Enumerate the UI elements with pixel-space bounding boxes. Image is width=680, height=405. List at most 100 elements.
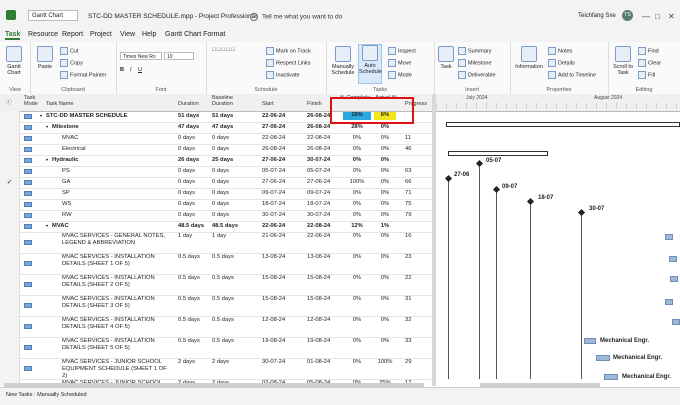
row-selector[interactable]	[0, 133, 20, 144]
row-selector[interactable]: ✓	[0, 177, 20, 188]
pct-complete-cell[interactable]: 0%	[343, 212, 371, 218]
header-duration[interactable]: Duration	[178, 101, 199, 107]
add-to-timeline-button[interactable]: Add to Timeline	[548, 71, 596, 79]
header-baseline-duration[interactable]: Baseline Duration	[212, 95, 242, 107]
duration-cell[interactable]: 51 days	[178, 113, 210, 119]
start-cell[interactable]: 26-08-24	[262, 146, 302, 152]
row-selector[interactable]	[0, 111, 20, 122]
finish-cell[interactable]: 27-06-24	[307, 179, 339, 185]
row-selector[interactable]	[0, 155, 20, 166]
tab-resource[interactable]: Resource	[28, 31, 58, 38]
task-name-cell[interactable]: MVAC	[52, 223, 170, 229]
progress-cell[interactable]: 79	[405, 212, 425, 218]
task-name-cell[interactable]: MVAC SERVICES - GENERAL NOTES, LEGEND & …	[62, 233, 170, 247]
avatar[interactable]: TS	[622, 10, 633, 21]
duration-cell[interactable]: 0.5 days	[178, 317, 210, 323]
duration-cell[interactable]: 26 days	[178, 157, 210, 163]
task-bar[interactable]	[672, 319, 680, 325]
progress-cell[interactable]: 33	[405, 338, 425, 344]
finish-cell[interactable]: 30-07-24	[307, 157, 339, 163]
pct-complete-cell[interactable]: 0%	[343, 233, 371, 239]
row-selector[interactable]	[0, 295, 20, 316]
user-name[interactable]: Teichfang Sxe	[578, 13, 616, 19]
progress-cell[interactable]: 75	[405, 201, 425, 207]
task-name-cell[interactable]: PS	[62, 168, 170, 174]
task-name-cell[interactable]: MVAC SERVICES - INSTALLATION DETAILS (SH…	[62, 254, 170, 268]
info-column-icon[interactable]: ⓘ	[6, 98, 12, 106]
task-button[interactable]: Task	[436, 46, 456, 70]
row-selector[interactable]	[0, 221, 20, 232]
milestone-marker[interactable]	[444, 174, 453, 183]
start-cell[interactable]: 15-08-24	[262, 296, 302, 302]
minimize-icon[interactable]: —	[642, 12, 650, 21]
row-selector[interactable]	[0, 144, 20, 155]
duration-cell[interactable]: 0 days	[178, 146, 210, 152]
respect-links-button[interactable]: Respect Links	[266, 59, 311, 67]
row-selector[interactable]	[0, 358, 20, 379]
duration-cell[interactable]: 0 days	[178, 190, 210, 196]
task-bar[interactable]	[669, 256, 677, 262]
progress-cell[interactable]: 29	[405, 359, 425, 365]
finish-cell[interactable]: 26-08-24	[307, 124, 339, 130]
start-cell[interactable]: 27-06-24	[262, 179, 302, 185]
actual-pct-cell[interactable]: 0%	[374, 179, 396, 185]
baseline-duration-cell[interactable]: 0 days	[212, 212, 252, 218]
find-button[interactable]: Find	[638, 47, 659, 55]
milestone-marker[interactable]	[577, 208, 586, 217]
scroll-to-task-button[interactable]: Scroll to Task	[612, 46, 634, 76]
task-bar[interactable]	[670, 276, 678, 282]
progress-cell[interactable]: 22	[405, 275, 425, 281]
progress-cell[interactable]: 63	[405, 168, 425, 174]
summary-bar[interactable]	[446, 122, 680, 127]
table-row[interactable]: MVAC SERVICES - INSTALLATION DETAILS (SH…	[0, 274, 432, 296]
duration-cell[interactable]: 0 days	[178, 212, 210, 218]
progress-cell[interactable]: 23	[405, 254, 425, 260]
task-name-cell[interactable]: MVAC SERVICES - INSTALLATION DETAILS (SH…	[62, 296, 170, 310]
task-name-cell[interactable]: MVAC SERVICES - INSTALLATION DETAILS (SH…	[62, 317, 170, 331]
header-task-mode[interactable]: Task Mode	[24, 95, 38, 107]
baseline-duration-cell[interactable]: 0.5 days	[212, 275, 252, 281]
pct-complete-cell[interactable]: 0%	[343, 146, 371, 152]
percent-buttons[interactable]: □ □ □ □ □	[212, 47, 235, 53]
fill-button[interactable]: Fill	[638, 71, 655, 79]
summary-button[interactable]: Summary	[458, 47, 492, 55]
pct-complete-cell[interactable]: 0%	[343, 296, 371, 302]
table-row[interactable]: MVAC SERVICES - JUNIOR SCHOOL EQUIPMENT …	[0, 358, 432, 380]
milestone-button[interactable]: Milestone	[458, 59, 492, 67]
duration-cell[interactable]: 0.5 days	[178, 296, 210, 302]
task-name-cell[interactable]: SP	[62, 190, 170, 196]
tab-view[interactable]: View	[120, 31, 135, 38]
task-name-cell[interactable]: Hydraulic	[52, 157, 170, 163]
collapse-arrow-icon[interactable]: ▾	[46, 157, 48, 162]
baseline-duration-cell[interactable]: 0 days	[212, 146, 252, 152]
header-task-name[interactable]: Task Name	[46, 101, 74, 107]
information-button[interactable]: Information	[514, 46, 544, 70]
baseline-duration-cell[interactable]: 0.5 days	[212, 338, 252, 344]
duration-cell[interactable]: 0.5 days	[178, 275, 210, 281]
task-name-cell[interactable]: MVAC SERVICES - INSTALLATION DETAILS (SH…	[62, 275, 170, 289]
finish-cell[interactable]: 05-07-24	[307, 168, 339, 174]
task-bar[interactable]	[596, 355, 610, 361]
finish-cell[interactable]: 13-08-24	[307, 254, 339, 260]
notes-button[interactable]: Notes	[548, 47, 572, 55]
italic-button[interactable]: I	[130, 67, 132, 73]
pct-complete-cell[interactable]: 0%	[343, 275, 371, 281]
table-row[interactable]: MVAC SERVICES - INSTALLATION DETAILS (SH…	[0, 295, 432, 317]
manually-schedule-button[interactable]: Manually Schedule	[330, 46, 356, 76]
tab-gantt-chart-format[interactable]: Gantt Chart Format	[165, 31, 225, 38]
actual-pct-cell[interactable]: 100%	[374, 359, 396, 365]
pct-complete-cell[interactable]: 0%	[343, 317, 371, 323]
progress-cell[interactable]: 46	[405, 146, 425, 152]
start-cell[interactable]: 13-08-24	[262, 254, 302, 260]
collapse-arrow-icon[interactable]: ▾	[46, 223, 48, 228]
actual-pct-cell[interactable]: 1%	[374, 223, 396, 229]
cut-button[interactable]: Cut	[60, 47, 79, 55]
pct-complete-cell[interactable]: 0%	[343, 135, 371, 141]
pct-complete-cell[interactable]: 0%	[343, 201, 371, 207]
font-name-select[interactable]: Times New Ro	[120, 52, 162, 60]
baseline-duration-cell[interactable]: 0 days	[212, 135, 252, 141]
close-icon[interactable]: ✕	[668, 12, 675, 21]
maximize-icon[interactable]: □	[655, 12, 660, 21]
baseline-duration-cell[interactable]: 47 days	[212, 124, 252, 130]
row-selector[interactable]	[0, 337, 20, 358]
